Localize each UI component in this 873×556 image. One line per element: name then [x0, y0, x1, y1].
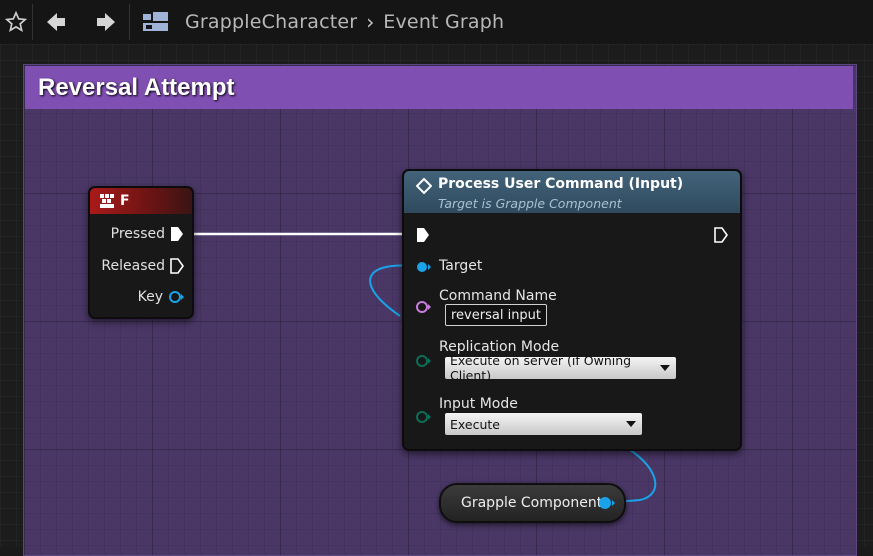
input-mode-label: Input Mode — [439, 396, 518, 412]
function-icon — [416, 178, 432, 194]
released-pin-label: Released — [101, 258, 165, 274]
pressed-pin-row[interactable]: Pressed — [111, 226, 184, 242]
exec-out-pin[interactable] — [714, 227, 728, 243]
breadcrumb-chevron-icon: › — [366, 10, 375, 34]
back-arrow-icon — [47, 13, 65, 31]
command-name-label: Command Name — [439, 288, 557, 304]
pressed-pin-label: Pressed — [110, 226, 165, 242]
graph-toolbar: GrappleCharacter › Event Graph — [0, 0, 873, 44]
key-pin-label: Key — [137, 289, 163, 305]
toolbar-separator — [129, 4, 130, 40]
target-label: Target — [439, 258, 483, 274]
function-node[interactable]: Process User Command (Input) Target is G… — [402, 169, 742, 451]
star-icon — [5, 11, 27, 32]
replication-mode-pin[interactable] — [416, 355, 432, 367]
key-event-node-header: F — [90, 188, 192, 214]
forward-button[interactable] — [81, 0, 129, 44]
favorite-button[interactable] — [0, 0, 32, 44]
struct-pin-icon[interactable] — [168, 290, 184, 304]
forward-arrow-icon — [97, 13, 115, 31]
chevron-down-icon — [626, 421, 636, 427]
input-mode-value: Execute — [450, 416, 500, 432]
key-event-node-title: F — [120, 193, 130, 209]
comment-header[interactable]: Reversal Attempt — [25, 66, 853, 109]
released-pin-row[interactable]: Released — [101, 258, 184, 274]
breadcrumb: GrappleCharacter › Event Graph — [142, 10, 504, 34]
comment-title: Reversal Attempt — [38, 73, 235, 101]
blueprint-graph-icon — [143, 12, 168, 31]
function-node-title: Process User Command (Input) — [438, 176, 684, 192]
key-event-node[interactable]: F Pressed Released Key — [88, 186, 194, 319]
function-node-subtitle: Target is Grapple Component — [438, 196, 622, 211]
grapple-component-variable-node[interactable]: Grapple Component — [439, 483, 626, 523]
exec-in-pin[interactable] — [416, 227, 430, 243]
exec-pin-icon[interactable] — [170, 226, 184, 242]
variable-label: Grapple Component — [461, 495, 603, 511]
exec-pin-icon[interactable] — [170, 258, 184, 274]
keyboard-icon — [100, 194, 114, 208]
breadcrumb-graph[interactable]: Event Graph — [383, 11, 504, 33]
back-button[interactable] — [33, 0, 81, 44]
replication-mode-dropdown[interactable]: Execute on server (if Owning Client) — [445, 353, 676, 383]
chevron-down-icon — [660, 365, 670, 371]
key-pin-row[interactable]: Key — [138, 289, 184, 305]
input-mode-pin[interactable] — [416, 411, 432, 423]
function-node-header: Process User Command (Input) Target is G… — [404, 171, 740, 213]
command-name-input[interactable]: reversal input — [445, 304, 548, 326]
command-name-pin[interactable] — [416, 301, 432, 313]
breadcrumb-blueprint[interactable]: GrappleCharacter — [185, 11, 357, 33]
input-mode-dropdown[interactable]: Execute — [445, 413, 642, 435]
variable-output-pin[interactable] — [598, 496, 616, 510]
replication-mode-value: Execute on server (if Owning Client) — [450, 353, 632, 383]
target-pin[interactable] — [416, 261, 432, 273]
